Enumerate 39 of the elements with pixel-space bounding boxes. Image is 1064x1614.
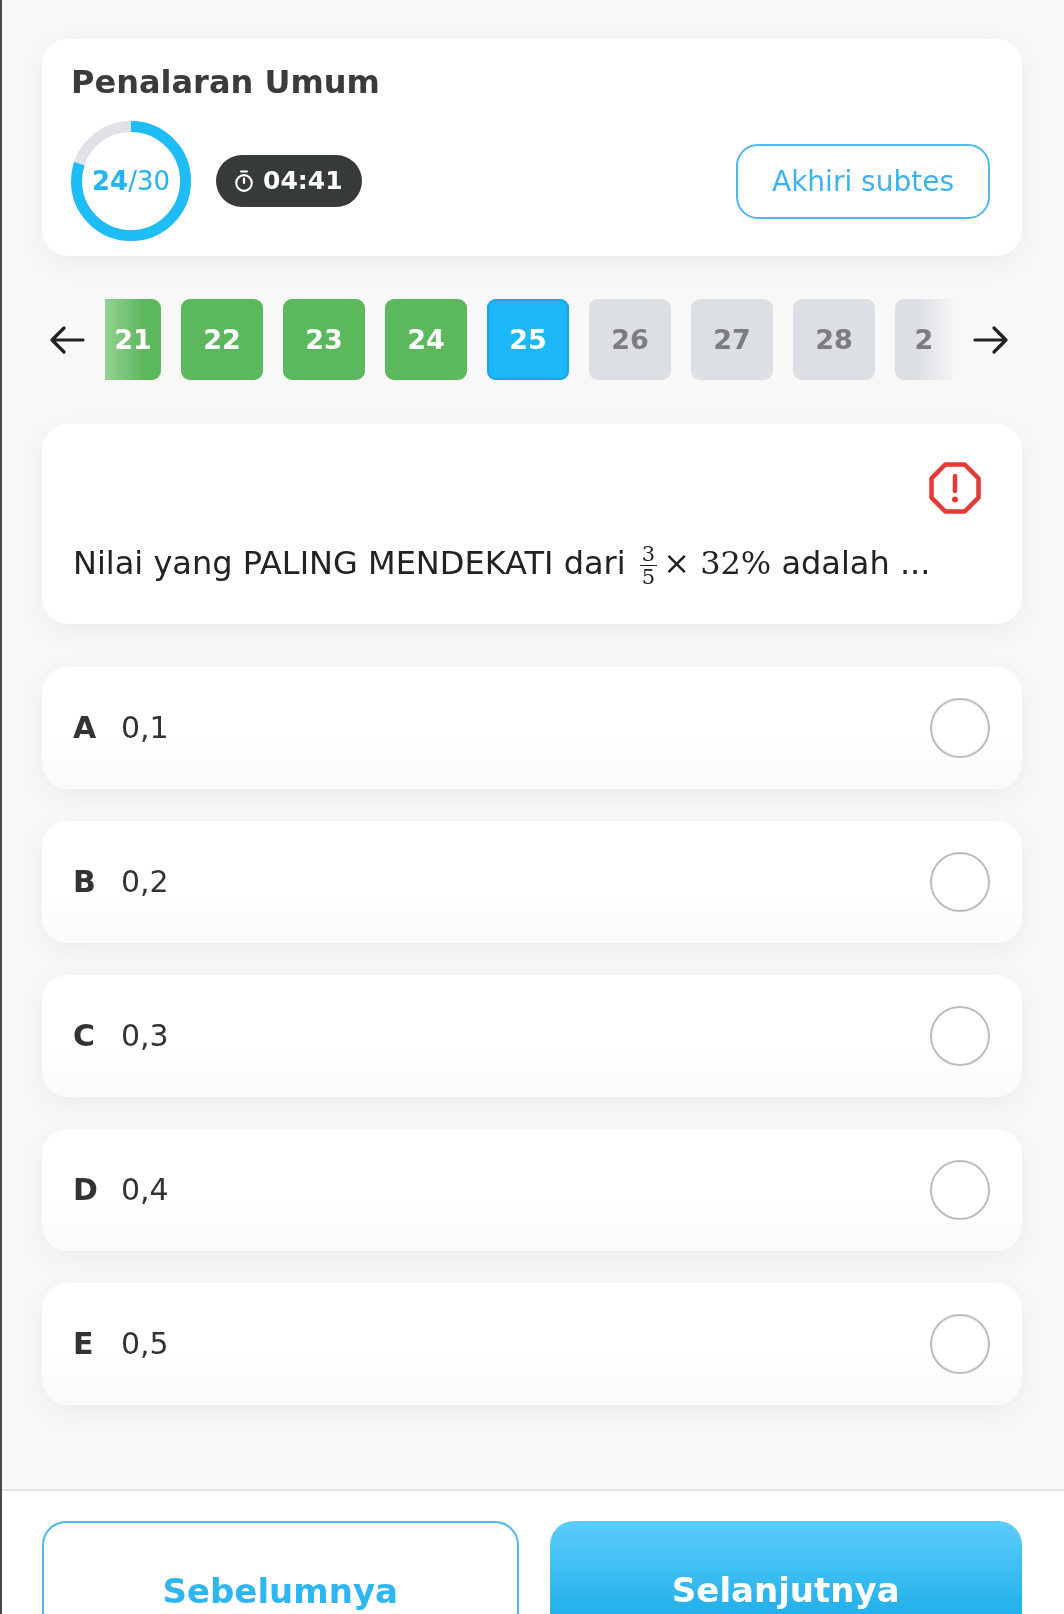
section-title: Penalaran Umum [71,62,381,102]
question-number-button[interactable]: 22 [181,299,263,380]
question-number-button[interactable]: 2 [895,299,953,380]
question-number-button[interactable]: 23 [283,299,365,380]
arrow-left-icon[interactable] [49,324,85,355]
radio-button[interactable] [930,698,990,758]
option-text: 0,3 [121,1018,169,1054]
option-text: 0,5 [121,1326,169,1362]
option-letter: A [73,710,98,746]
next-button[interactable]: Selanjutnya [549,1521,1022,1614]
question-number-button[interactable]: 25 [487,299,569,380]
answer-option-card[interactable]: A 0,1 [42,667,1022,789]
radio-button[interactable] [930,1006,990,1066]
option-text: 0,1 [121,710,169,746]
radio-button[interactable] [930,852,990,912]
alert-octagon-icon[interactable] [929,462,981,514]
radio-button[interactable] [930,1160,990,1220]
option-letter: C [73,1018,97,1054]
arrow-right-icon[interactable] [973,324,1009,355]
end-subtest-button[interactable]: Akhiri subtes [736,143,990,219]
question-number-button[interactable]: 27 [691,299,773,380]
answer-option-card[interactable]: C 0,3 [42,975,1022,1097]
question-number-button[interactable]: 28 [793,299,875,380]
option-letter: E [73,1326,95,1362]
option-letter: D [73,1172,99,1208]
option-letter: B [73,864,97,900]
question-number-button[interactable]: 26 [589,299,671,380]
option-text: 0,2 [121,864,169,900]
option-text: 0,4 [121,1172,169,1208]
question-number-button[interactable]: 24 [385,299,467,380]
timer-text: 04:41 [263,166,343,196]
answer-option-card[interactable]: D 0,4 [42,1129,1022,1251]
answer-option-card[interactable]: B 0,2 [42,821,1022,943]
answer-option-card[interactable]: E 0,5 [42,1283,1022,1405]
stopwatch-icon [234,170,254,192]
progress-count: 24/30 [92,166,170,196]
previous-button[interactable]: Sebelumnya [42,1521,519,1614]
radio-button[interactable] [930,1314,990,1374]
question-number-button[interactable]: 21 [105,299,161,380]
